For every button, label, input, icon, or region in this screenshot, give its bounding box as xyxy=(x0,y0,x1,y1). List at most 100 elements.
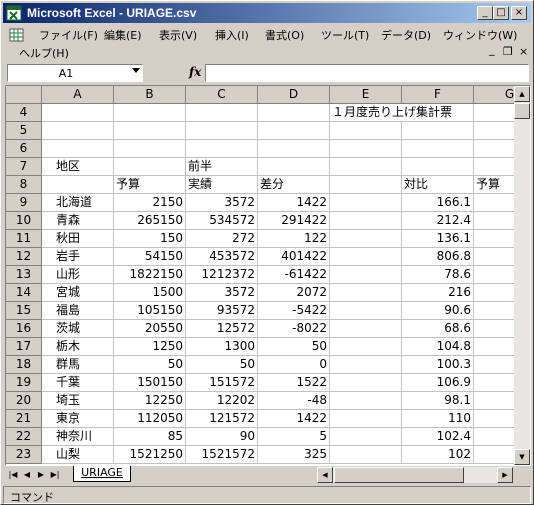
cell-c18[interactable]: 50 xyxy=(186,356,258,374)
cell-a18[interactable]: 群馬 xyxy=(42,356,114,374)
cell-e5[interactable] xyxy=(330,122,402,140)
cell-e14[interactable] xyxy=(330,284,402,302)
cell-a4[interactable] xyxy=(42,104,114,122)
formula-input[interactable] xyxy=(205,64,529,82)
cell-d21[interactable]: 1422 xyxy=(258,410,330,428)
scroll-left-button[interactable]: ◀ xyxy=(317,467,333,483)
title-bar[interactable]: Microsoft Excel - URIAGE.csv _ □ × xyxy=(3,3,531,23)
row-header-18[interactable]: 18 xyxy=(6,356,42,374)
scroll-up-button[interactable]: ▲ xyxy=(514,86,530,102)
column-header-f[interactable]: F xyxy=(402,86,474,104)
maximize-button[interactable]: □ xyxy=(493,6,509,20)
cell-c7[interactable]: 前半 xyxy=(186,158,258,176)
column-header-b[interactable]: B xyxy=(114,86,186,104)
horizontal-scroll-thumb[interactable] xyxy=(334,467,464,483)
row-header-23[interactable]: 23 xyxy=(6,446,42,464)
document-restore-button[interactable]: ❐ xyxy=(503,45,513,58)
cell-f21[interactable]: 110 xyxy=(402,410,474,428)
cell-f10[interactable]: 212.4 xyxy=(402,212,474,230)
row-header-20[interactable]: 20 xyxy=(6,392,42,410)
cell-g18[interactable]: 99 xyxy=(474,356,516,374)
cell-g12[interactable] xyxy=(474,248,516,266)
cell-d5[interactable] xyxy=(258,122,330,140)
cell-a11[interactable]: 秋田 xyxy=(42,230,114,248)
row-header-16[interactable]: 16 xyxy=(6,320,42,338)
cell-f12[interactable]: 806.8 xyxy=(402,248,474,266)
cell-a19[interactable]: 千葉 xyxy=(42,374,114,392)
row-header-14[interactable]: 14 xyxy=(6,284,42,302)
column-header-c[interactable]: C xyxy=(186,86,258,104)
column-header-e[interactable]: E xyxy=(330,86,402,104)
cell-f17[interactable]: 104.8 xyxy=(402,338,474,356)
cell-e18[interactable] xyxy=(330,356,402,374)
cell-f14[interactable]: 216 xyxy=(402,284,474,302)
cell-b19[interactable]: 150150 xyxy=(114,374,186,392)
cell-g7[interactable] xyxy=(474,158,516,176)
cell-g23[interactable]: 1 xyxy=(474,446,516,464)
cell-a21[interactable]: 東京 xyxy=(42,410,114,428)
cell-f5[interactable] xyxy=(402,122,474,140)
cell-c22[interactable]: 90 xyxy=(186,428,258,446)
row-header-13[interactable]: 13 xyxy=(6,266,42,284)
vertical-scroll-thumb[interactable] xyxy=(514,103,530,119)
cell-b21[interactable]: 112050 xyxy=(114,410,186,428)
cell-b23[interactable]: 1521250 xyxy=(114,446,186,464)
cell-c6[interactable] xyxy=(186,140,258,158)
cell-b10[interactable]: 265150 xyxy=(114,212,186,230)
cell-g5[interactable] xyxy=(474,122,516,140)
row-header-12[interactable]: 12 xyxy=(6,248,42,266)
cell-a23[interactable]: 山梨 xyxy=(42,446,114,464)
cell-e6[interactable] xyxy=(330,140,402,158)
row-header-5[interactable]: 5 xyxy=(6,122,42,140)
cell-e15[interactable] xyxy=(330,302,402,320)
cell-e21[interactable] xyxy=(330,410,402,428)
cell-e4[interactable]: １月度売り上げ集計票 xyxy=(330,104,452,122)
menu-file[interactable]: ファイル(F) xyxy=(39,27,98,43)
cell-b12[interactable]: 54150 xyxy=(114,248,186,266)
column-header-d[interactable]: D xyxy=(258,86,330,104)
cell-e7[interactable] xyxy=(330,158,402,176)
row-header-17[interactable]: 17 xyxy=(6,338,42,356)
cell-b15[interactable]: 105150 xyxy=(114,302,186,320)
row-header-22[interactable]: 22 xyxy=(6,428,42,446)
cell-e11[interactable] xyxy=(330,230,402,248)
cell-a13[interactable]: 山形 xyxy=(42,266,114,284)
cell-e20[interactable] xyxy=(330,392,402,410)
cell-c15[interactable]: 93572 xyxy=(186,302,258,320)
menu-view[interactable]: 表示(V) xyxy=(159,27,197,43)
cell-g19[interactable]: 15 xyxy=(474,374,516,392)
select-all-corner[interactable] xyxy=(6,86,42,104)
cell-e17[interactable] xyxy=(330,338,402,356)
cell-c12[interactable]: 453572 xyxy=(186,248,258,266)
cell-a15[interactable]: 福島 xyxy=(42,302,114,320)
cell-c14[interactable]: 3572 xyxy=(186,284,258,302)
cell-e16[interactable] xyxy=(330,320,402,338)
cell-g22[interactable]: 4 xyxy=(474,428,516,446)
cell-e9[interactable] xyxy=(330,194,402,212)
cell-e12[interactable] xyxy=(330,248,402,266)
vertical-scrollbar[interactable]: ▲ ▼ xyxy=(514,86,530,465)
cell-a10[interactable]: 青森 xyxy=(42,212,114,230)
cell-b20[interactable]: 12250 xyxy=(114,392,186,410)
cell-f16[interactable]: 68.6 xyxy=(402,320,474,338)
cell-g14[interactable] xyxy=(474,284,516,302)
workbook-icon[interactable] xyxy=(9,27,25,43)
cell-e22[interactable] xyxy=(330,428,402,446)
cell-b7[interactable] xyxy=(114,158,186,176)
cell-a7[interactable]: 地区 xyxy=(42,158,114,176)
cell-c11[interactable]: 272 xyxy=(186,230,258,248)
cell-g17[interactable]: 1 xyxy=(474,338,516,356)
cell-g20[interactable]: 51 xyxy=(474,392,516,410)
cell-c19[interactable]: 151572 xyxy=(186,374,258,392)
menu-edit[interactable]: 編集(E) xyxy=(104,27,142,43)
cell-f23[interactable]: 102 xyxy=(402,446,474,464)
cell-e8[interactable] xyxy=(330,176,402,194)
menu-help[interactable]: ヘルプ(H) xyxy=(19,45,69,61)
minimize-button[interactable]: _ xyxy=(477,6,493,20)
menu-insert[interactable]: 挿入(I) xyxy=(215,27,249,43)
cell-a6[interactable] xyxy=(42,140,114,158)
cell-g6[interactable] xyxy=(474,140,516,158)
cell-f19[interactable]: 106.9 xyxy=(402,374,474,392)
scroll-down-button[interactable]: ▼ xyxy=(514,449,530,465)
cell-d15[interactable]: -5422 xyxy=(258,302,330,320)
